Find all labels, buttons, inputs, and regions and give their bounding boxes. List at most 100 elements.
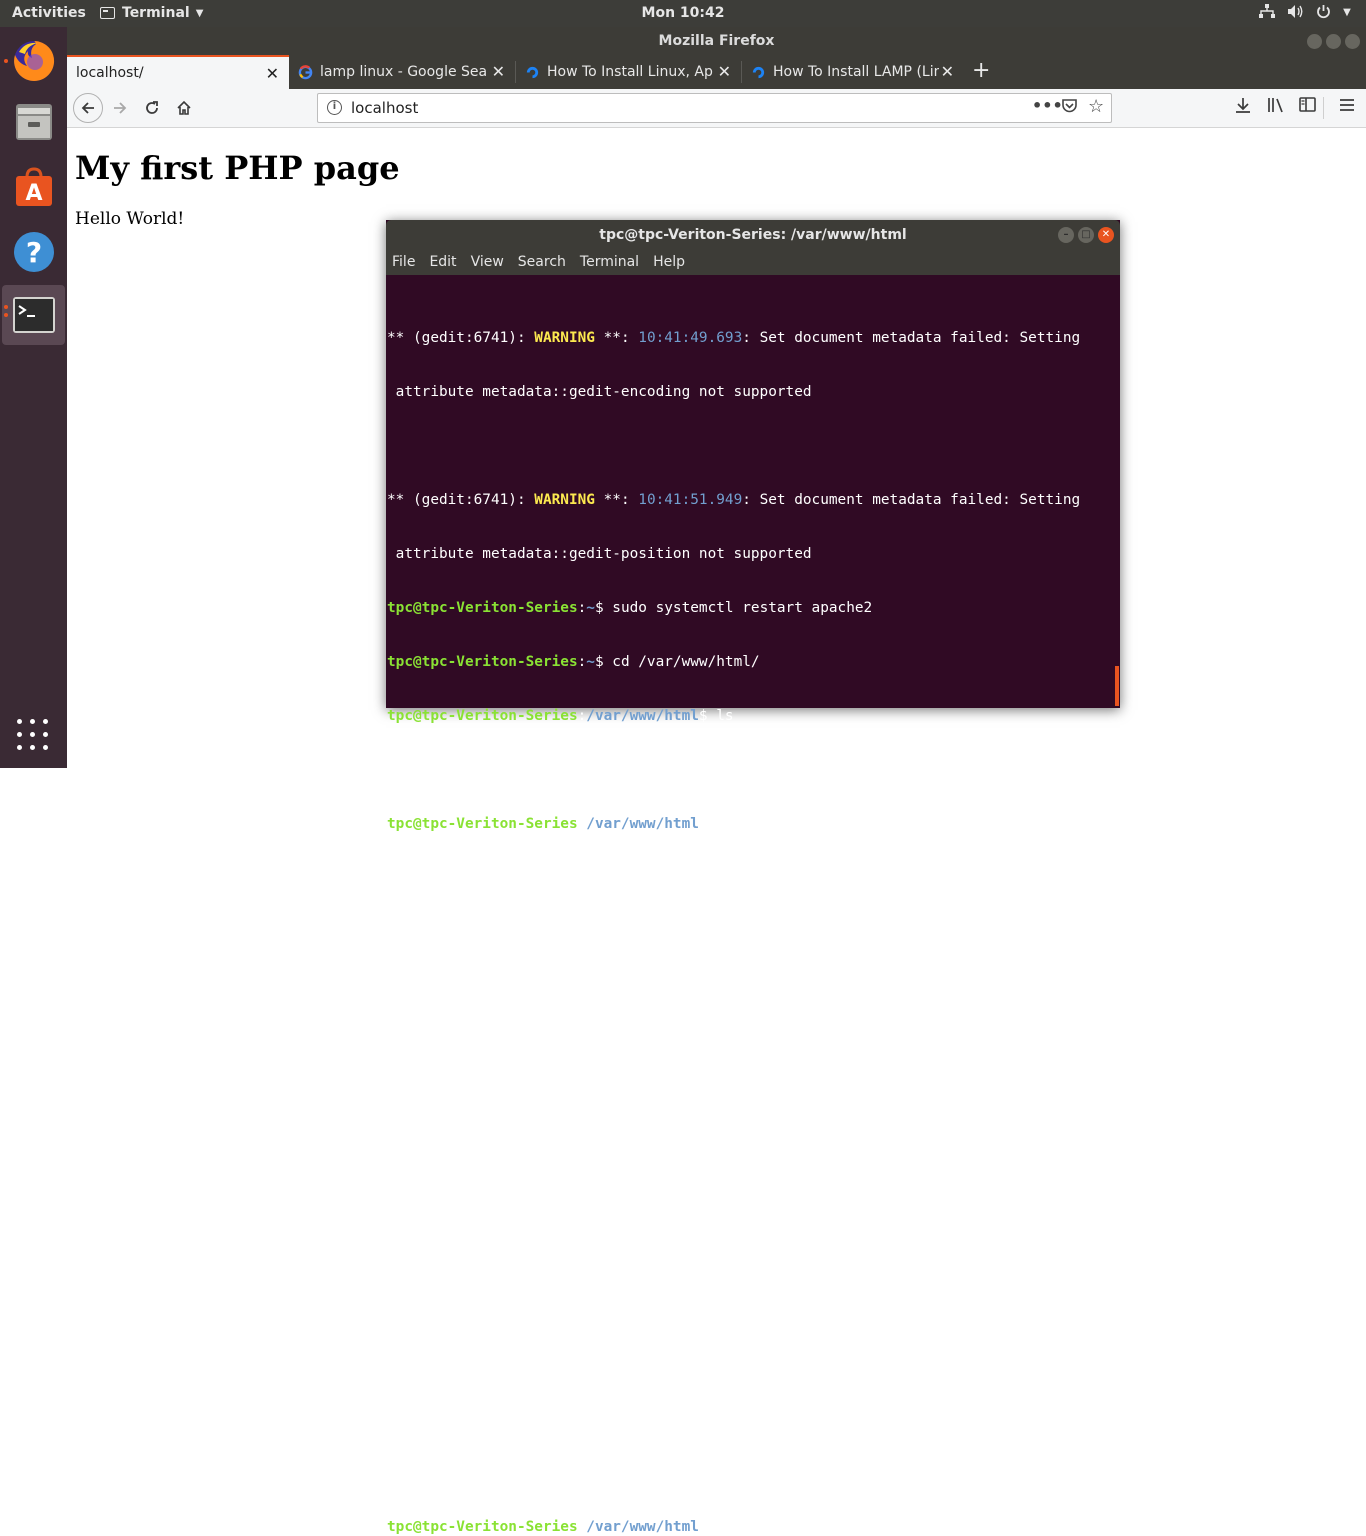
menu-terminal[interactable]: Terminal (580, 250, 639, 275)
terminal-line: ?> (387, 1302, 405, 1318)
library-icon[interactable] (1267, 97, 1285, 118)
tab-label: How To Install LAMP (Linux (773, 64, 939, 80)
dock-item-firefox[interactable] (2, 31, 65, 91)
close-icon[interactable]: ✕ (718, 62, 731, 81)
forward-button[interactable] (107, 95, 133, 121)
close-button[interactable] (1345, 34, 1360, 49)
running-indicator (4, 305, 8, 309)
close-button[interactable]: ✕ (1098, 227, 1114, 243)
tab-google-search[interactable]: lamp linux - Google Search ✕ (289, 55, 515, 89)
tab-install-lamp[interactable]: How To Install LAMP (Linux ✕ (742, 55, 964, 89)
terminal-line: index.nginx-debian.html index.php (387, 762, 682, 778)
tab-localhost[interactable]: localhost/ ✕ (67, 55, 289, 89)
hamburger-menu-icon[interactable] (1339, 97, 1355, 117)
close-icon[interactable]: ✕ (941, 62, 954, 81)
new-tab-button[interactable]: + (972, 58, 990, 83)
terminal-cursor (716, 1517, 726, 1534)
terminal-line: attribute metadata::gedit-encoding not s… (387, 384, 812, 400)
top-bar: Activities Terminal ▼ Mon 10:42 ▼ (0, 0, 1366, 27)
digitalocean-icon (526, 66, 539, 78)
running-indicator (4, 59, 8, 63)
downloads-icon[interactable] (1235, 97, 1251, 119)
firefox-icon (13, 40, 54, 81)
terminal-line: </body> (387, 1410, 448, 1426)
dock-item-terminal[interactable] (2, 285, 65, 345)
page-text: Hello World! (75, 209, 185, 229)
arrow-right-icon (114, 102, 127, 114)
close-icon[interactable]: ✕ (266, 64, 279, 83)
back-button[interactable] (73, 93, 103, 123)
close-icon[interactable]: ✕ (492, 62, 505, 81)
navigation-toolbar: i localhost ••• ☆ (67, 89, 1366, 128)
terminal-line: <!DOCTYPE html> (387, 870, 526, 886)
apps-grid-icon[interactable] (17, 719, 49, 751)
terminal-line: <h1>My first PHP page</h1> (387, 1086, 613, 1102)
home-button[interactable] (171, 95, 197, 121)
terminal-line: ** (gedit:6741): WARNING **: 10:41:51.94… (387, 492, 1081, 508)
dock-item-help[interactable]: ? (2, 222, 65, 282)
terminal-titlebar[interactable]: tpc@tpc-Veriton-Series: /var/www/html – … (386, 220, 1120, 250)
tab-bar: localhost/ ✕ lamp linux - Google Search … (67, 55, 1366, 89)
menu-search[interactable]: Search (518, 250, 566, 275)
reload-button[interactable] (139, 95, 165, 121)
terminal-output[interactable]: ** (gedit:6741): WARNING **: 10:41:49.69… (387, 293, 1115, 1536)
tab-label: How To Install Linux, Apache (547, 64, 713, 80)
terminal-line: </html> (387, 1464, 448, 1480)
menu-view[interactable]: View (471, 250, 504, 275)
running-indicator (4, 313, 8, 317)
terminal-line: attribute metadata::gedit-position not s… (387, 546, 812, 562)
reload-icon (146, 101, 158, 114)
terminal-window[interactable]: tpc@tpc-Veriton-Series: /var/www/html – … (386, 220, 1120, 1535)
terminal-line: echo "Hello World!"; (387, 1248, 561, 1264)
tab-label: localhost/ (76, 65, 144, 81)
chevron-down-icon: ▼ (1343, 7, 1351, 18)
tab-label: lamp linux - Google Search (320, 64, 488, 80)
home-icon (177, 100, 191, 115)
terminal-prompt-line[interactable]: tpc@tpc-Veriton-Series:/var/www/html$ (387, 1517, 1115, 1535)
menu-help[interactable]: Help (653, 250, 685, 275)
terminal-line: tpc@tpc-Veriton-Series:/var/www/html$ ca… (387, 816, 829, 832)
terminal-line: tpc@tpc-Veriton-Series:~$ cd /var/www/ht… (387, 654, 760, 670)
bookmark-star-icon[interactable]: ☆ (1088, 96, 1104, 117)
page-heading: My first PHP page (75, 149, 400, 187)
svg-text:?: ? (25, 236, 41, 269)
network-icon (1258, 4, 1276, 23)
terminal-line: ** (gedit:6741): WARNING **: 10:41:49.69… (387, 330, 1081, 346)
dock-item-files[interactable] (2, 92, 65, 152)
url-bar[interactable]: i localhost ••• ☆ (317, 93, 1112, 123)
info-icon[interactable]: i (327, 100, 342, 115)
power-icon (1314, 4, 1332, 23)
tab-install-linux-apache[interactable]: How To Install Linux, Apache ✕ (516, 55, 741, 89)
terminal-title: tpc@tpc-Veriton-Series: /var/www/html (599, 227, 907, 243)
clock[interactable]: Mon 10:42 (0, 5, 1366, 21)
maximize-button[interactable] (1326, 34, 1341, 49)
arrow-left-icon (81, 102, 94, 114)
menu-edit[interactable]: Edit (429, 250, 456, 275)
dock: A ? (0, 27, 67, 768)
maximize-button[interactable]: □ (1078, 227, 1094, 243)
sidebar-icon[interactable] (1299, 97, 1316, 117)
google-icon (298, 64, 313, 79)
url-text[interactable]: localhost (351, 99, 418, 117)
system-tray[interactable]: ▼ (1258, 4, 1352, 23)
firefox-titlebar: Mozilla Firefox (67, 27, 1366, 55)
terminal-icon (12, 297, 55, 333)
help-icon: ? (13, 232, 54, 272)
minimize-button[interactable] (1307, 34, 1322, 49)
minimize-button[interactable]: – (1058, 227, 1074, 243)
dock-item-software[interactable]: A (2, 157, 65, 217)
terminal-menubar: File Edit View Search Terminal Help (386, 250, 1120, 275)
menu-file[interactable]: File (392, 250, 415, 275)
terminal-scrollbar[interactable] (1115, 666, 1119, 706)
terminal-line: <body> (387, 978, 439, 994)
window-title: Mozilla Firefox (658, 33, 775, 49)
pocket-icon[interactable] (1061, 98, 1078, 118)
terminal-line: tpc@tpc-Veriton-Series:~$ sudo systemctl… (387, 600, 873, 616)
files-icon (15, 104, 52, 140)
volume-icon (1286, 4, 1304, 23)
page-actions-icon[interactable]: ••• (1032, 96, 1063, 115)
